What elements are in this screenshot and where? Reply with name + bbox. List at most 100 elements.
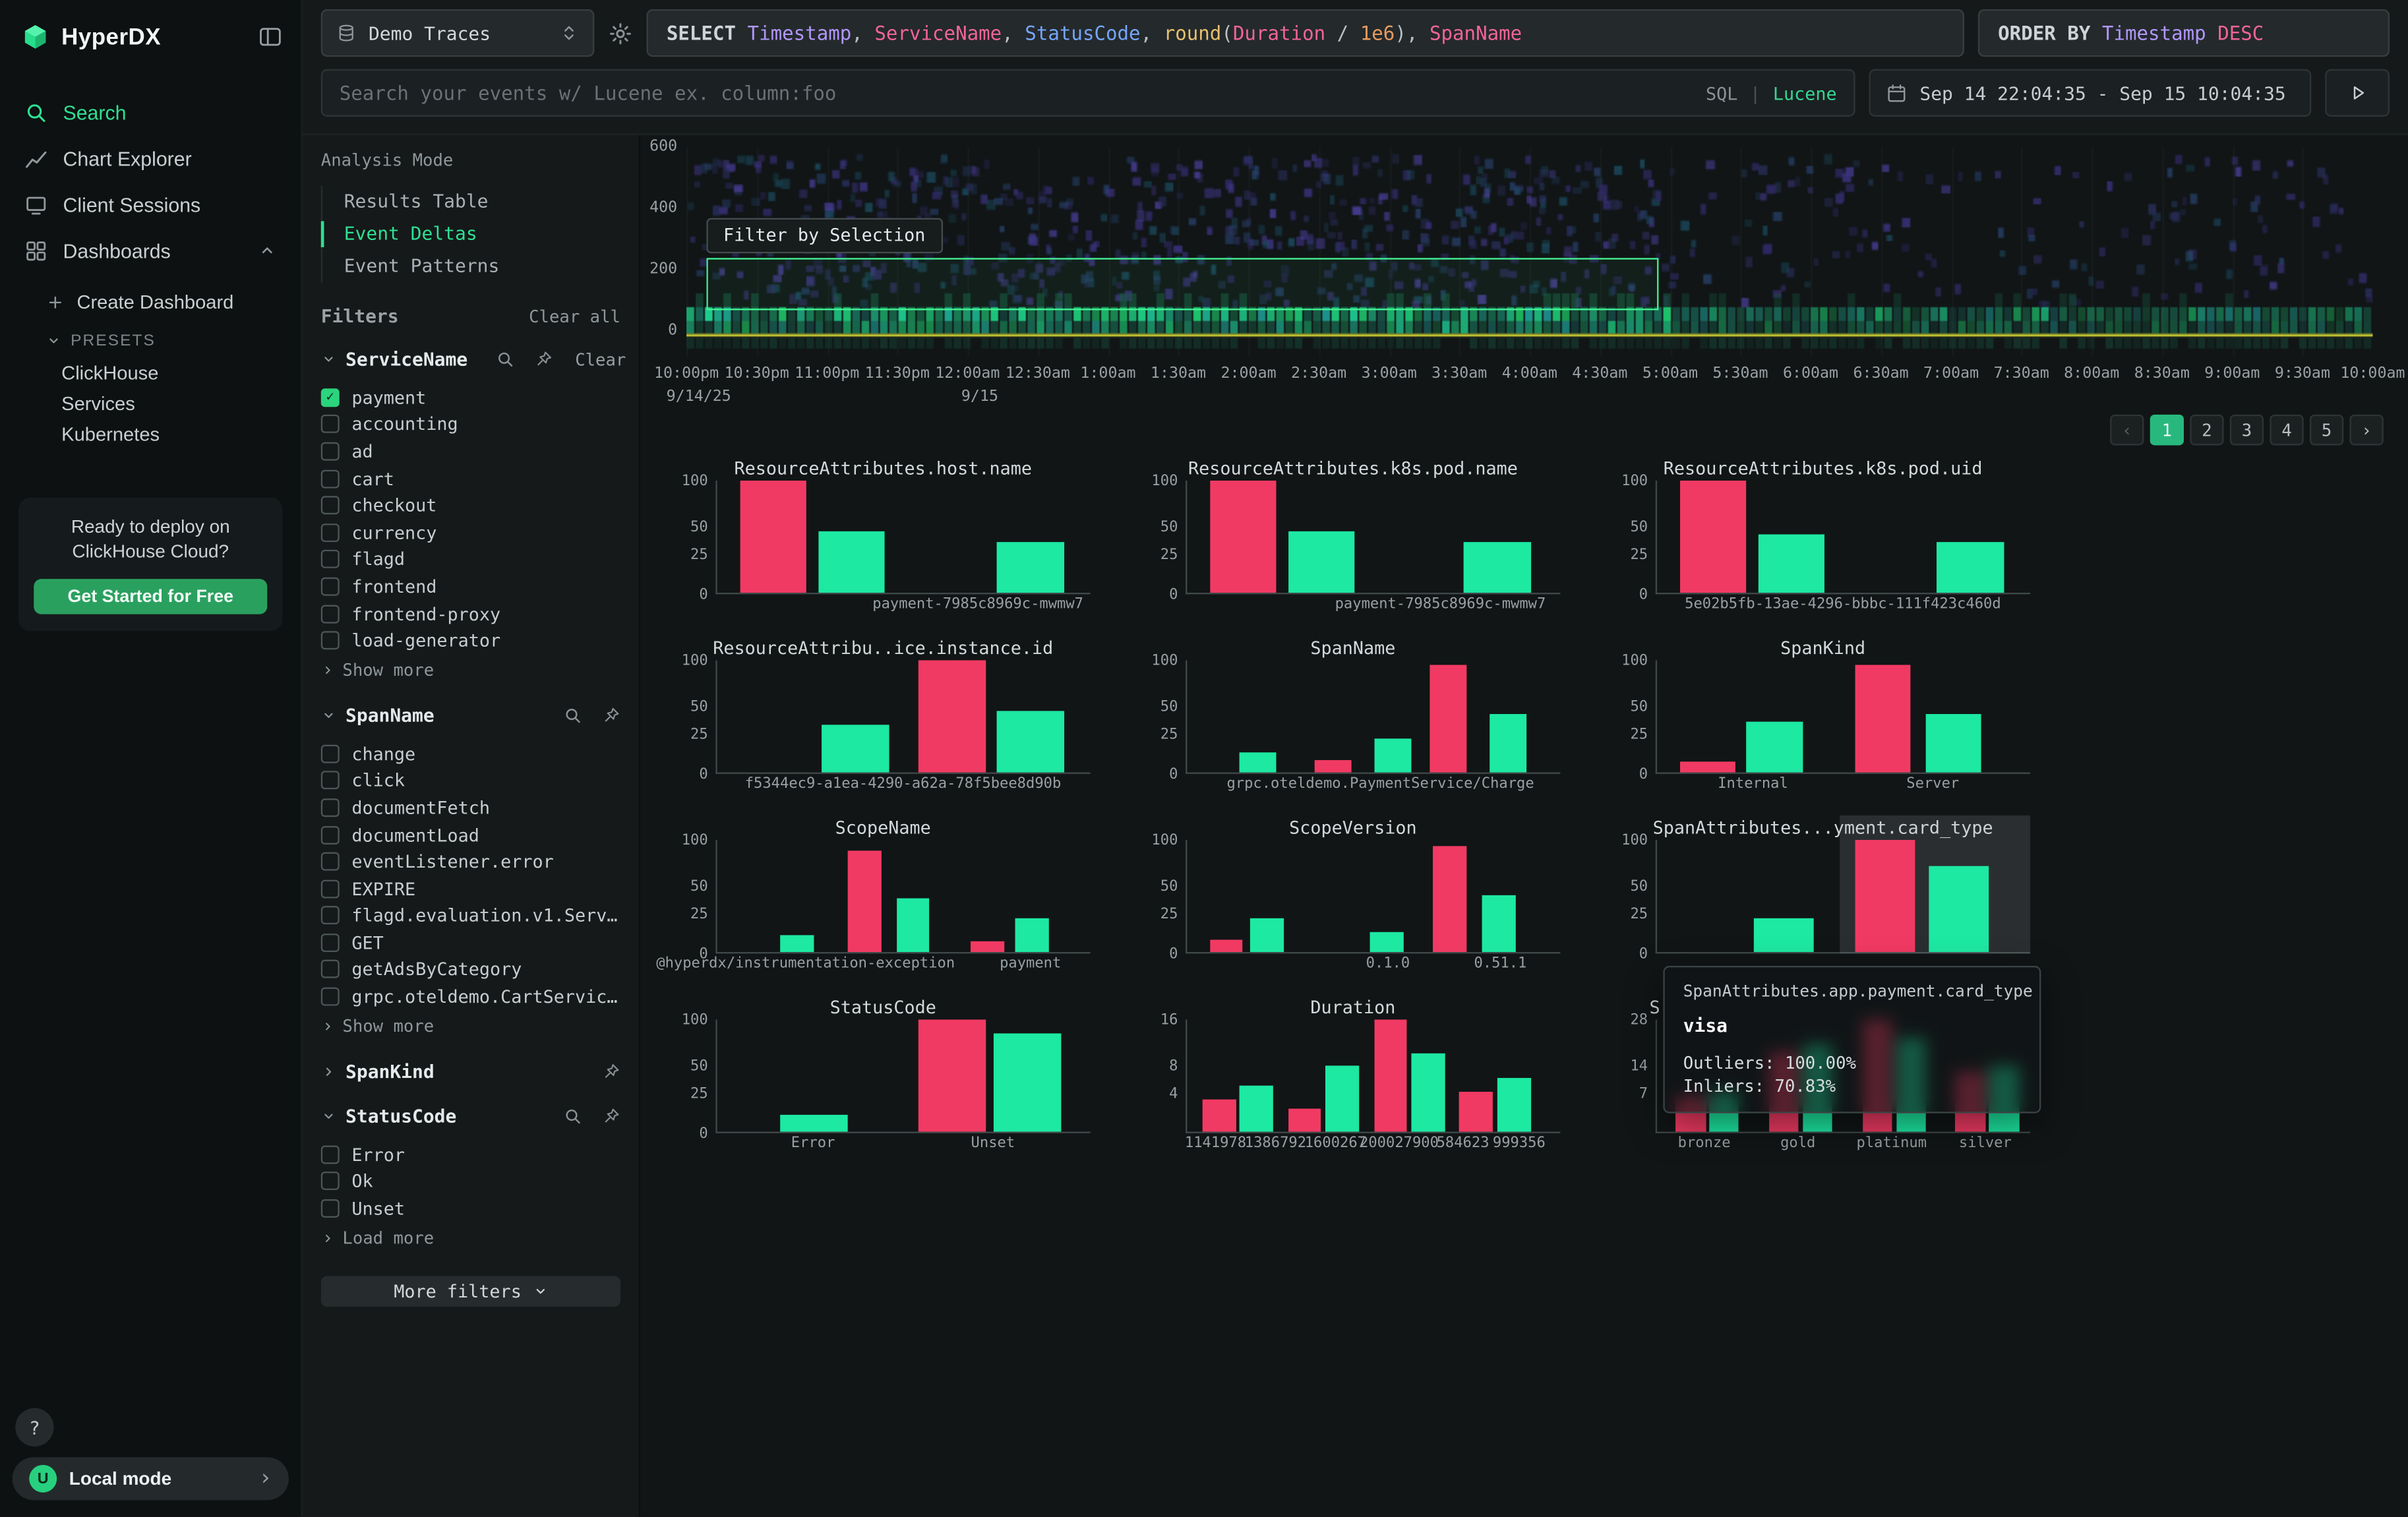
sidebar-item-services[interactable]: Services xyxy=(0,388,301,419)
filter-checkbox-row[interactable]: cart xyxy=(321,465,620,492)
filter-checkbox-row[interactable]: click xyxy=(321,767,620,794)
green-bar[interactable] xyxy=(1754,918,1814,952)
order-by-input[interactable]: ORDER BY Timestamp DESC xyxy=(1978,9,2390,57)
filter-checkbox-row[interactable]: frontend xyxy=(321,573,620,600)
filter-checkbox-row[interactable]: checkout xyxy=(321,492,620,519)
pagination-next[interactable]: › xyxy=(2350,415,2384,446)
pink-bar[interactable] xyxy=(918,661,986,773)
search-icon[interactable] xyxy=(564,1107,582,1125)
green-bar[interactable] xyxy=(896,898,930,952)
green-bar[interactable] xyxy=(1325,1065,1359,1131)
filter-checkbox-row[interactable]: flagd xyxy=(321,546,620,573)
green-bar[interactable] xyxy=(781,935,814,952)
pagination-page-1[interactable]: 1 xyxy=(2150,415,2184,446)
green-bar[interactable] xyxy=(818,531,886,593)
pink-bar[interactable] xyxy=(740,481,807,593)
checkbox[interactable] xyxy=(321,523,340,542)
green-bar[interactable] xyxy=(1490,714,1527,773)
filter-checkbox-row[interactable]: flagd.evaluation.v1.Serv… xyxy=(321,902,620,929)
checkbox[interactable] xyxy=(321,825,340,844)
checkbox[interactable] xyxy=(321,442,340,461)
filter-checkbox-row[interactable]: frontend-proxy xyxy=(321,600,620,627)
filter-checkbox-row[interactable]: Error xyxy=(321,1141,620,1168)
filter-checkbox-row[interactable]: accounting xyxy=(321,411,620,438)
checkbox[interactable] xyxy=(321,496,340,515)
sql-select-input[interactable]: SELECT Timestamp, ServiceName, StatusCod… xyxy=(647,9,1964,57)
checkbox[interactable] xyxy=(321,934,340,952)
checkbox[interactable] xyxy=(321,879,340,898)
analysis-mode-results-table[interactable]: Results Table xyxy=(322,186,620,218)
green-bar[interactable] xyxy=(1411,1053,1445,1132)
pink-bar[interactable] xyxy=(918,1020,986,1132)
checkbox[interactable] xyxy=(321,605,340,623)
pink-bar[interactable] xyxy=(1202,1100,1236,1131)
green-bar[interactable] xyxy=(1926,714,1982,773)
search-input[interactable] xyxy=(340,81,1694,104)
filter-checkbox-row[interactable]: documentFetch xyxy=(321,794,620,821)
checkbox[interactable] xyxy=(321,1145,340,1164)
green-bar[interactable] xyxy=(1937,542,2004,593)
green-bar[interactable] xyxy=(1240,752,1277,772)
filter-checkbox-row[interactable]: EXPIRE xyxy=(321,875,620,902)
filter-group-header[interactable]: StatusCode xyxy=(321,1104,620,1128)
checkbox[interactable] xyxy=(321,907,340,925)
checkbox[interactable] xyxy=(321,469,340,488)
green-bar[interactable] xyxy=(1288,531,1355,593)
source-select[interactable]: Demo Traces xyxy=(321,9,595,57)
pink-bar[interactable] xyxy=(1855,840,1915,952)
filter-checkbox-row[interactable]: Ok xyxy=(321,1168,620,1195)
checkbox[interactable] xyxy=(321,550,340,569)
filter-checkbox-row[interactable]: getAdsByCategory xyxy=(321,956,620,983)
green-bar[interactable] xyxy=(1497,1078,1530,1131)
show-more-button[interactable]: Show more xyxy=(321,1015,620,1039)
sql-mode-toggle[interactable]: SQL xyxy=(1706,82,1737,104)
pink-bar[interactable] xyxy=(1460,1092,1493,1131)
run-query-button[interactable] xyxy=(2325,69,2390,117)
green-bar[interactable] xyxy=(1373,739,1411,773)
pink-bar[interactable] xyxy=(1679,481,1747,593)
settings-gear-icon[interactable] xyxy=(608,20,632,45)
sidebar-item-create-dashboard[interactable]: Create Dashboard xyxy=(0,285,301,319)
sidebar-item-kubernetes[interactable]: Kubernetes xyxy=(0,419,301,450)
filter-checkbox-row[interactable]: currency xyxy=(321,519,620,546)
green-bar[interactable] xyxy=(1482,896,1516,952)
checkbox[interactable] xyxy=(321,988,340,1006)
pagination-page-5[interactable]: 5 xyxy=(2310,415,2343,446)
pink-bar[interactable] xyxy=(1855,665,1911,773)
pin-icon[interactable] xyxy=(535,350,554,369)
analysis-mode-event-patterns[interactable]: Event Patterns xyxy=(322,251,620,283)
checkbox[interactable] xyxy=(321,744,340,763)
checkbox[interactable] xyxy=(321,632,340,650)
green-bar[interactable] xyxy=(822,725,889,772)
pin-icon[interactable] xyxy=(602,706,620,725)
green-bar[interactable] xyxy=(1251,918,1284,952)
sidebar-item-client-sessions[interactable]: Client Sessions xyxy=(0,184,301,224)
pink-bar[interactable] xyxy=(1314,761,1352,773)
checkbox[interactable] xyxy=(321,578,340,596)
more-filters-button[interactable]: More filters xyxy=(321,1276,620,1307)
checkbox[interactable] xyxy=(321,771,340,790)
pink-bar[interactable] xyxy=(1209,940,1243,952)
checkbox[interactable] xyxy=(321,415,340,434)
pagination-page-2[interactable]: 2 xyxy=(2190,415,2223,446)
pin-icon[interactable] xyxy=(602,1107,620,1125)
filter-checkbox-row[interactable]: eventListener.error xyxy=(321,848,620,875)
checkbox[interactable] xyxy=(321,852,340,871)
green-bar[interactable] xyxy=(1015,918,1049,952)
filter-group-header[interactable]: SpanKind xyxy=(321,1059,620,1084)
pagination-page-3[interactable]: 3 xyxy=(2230,415,2264,446)
filter-group-header[interactable]: ServiceNameClear xyxy=(321,347,620,371)
filter-checkbox-row[interactable]: grpc.oteldemo.CartServic… xyxy=(321,983,620,1010)
filter-group-header[interactable]: SpanName xyxy=(321,703,620,728)
search-icon[interactable] xyxy=(564,706,582,725)
date-range-picker[interactable]: Sep 14 22:04:35 - Sep 15 10:04:35 xyxy=(1869,69,2312,117)
sidebar-collapse-icon[interactable] xyxy=(258,24,282,49)
green-bar[interactable] xyxy=(1370,932,1404,952)
checkbox[interactable] xyxy=(321,1199,340,1218)
checkbox[interactable] xyxy=(321,961,340,979)
pink-bar[interactable] xyxy=(1433,847,1467,952)
pagination-page-4[interactable]: 4 xyxy=(2270,415,2303,446)
filter-checkbox-row[interactable]: load-generator xyxy=(321,627,620,654)
filter-checkbox-row[interactable]: ad xyxy=(321,438,620,465)
pink-bar[interactable] xyxy=(848,850,882,952)
